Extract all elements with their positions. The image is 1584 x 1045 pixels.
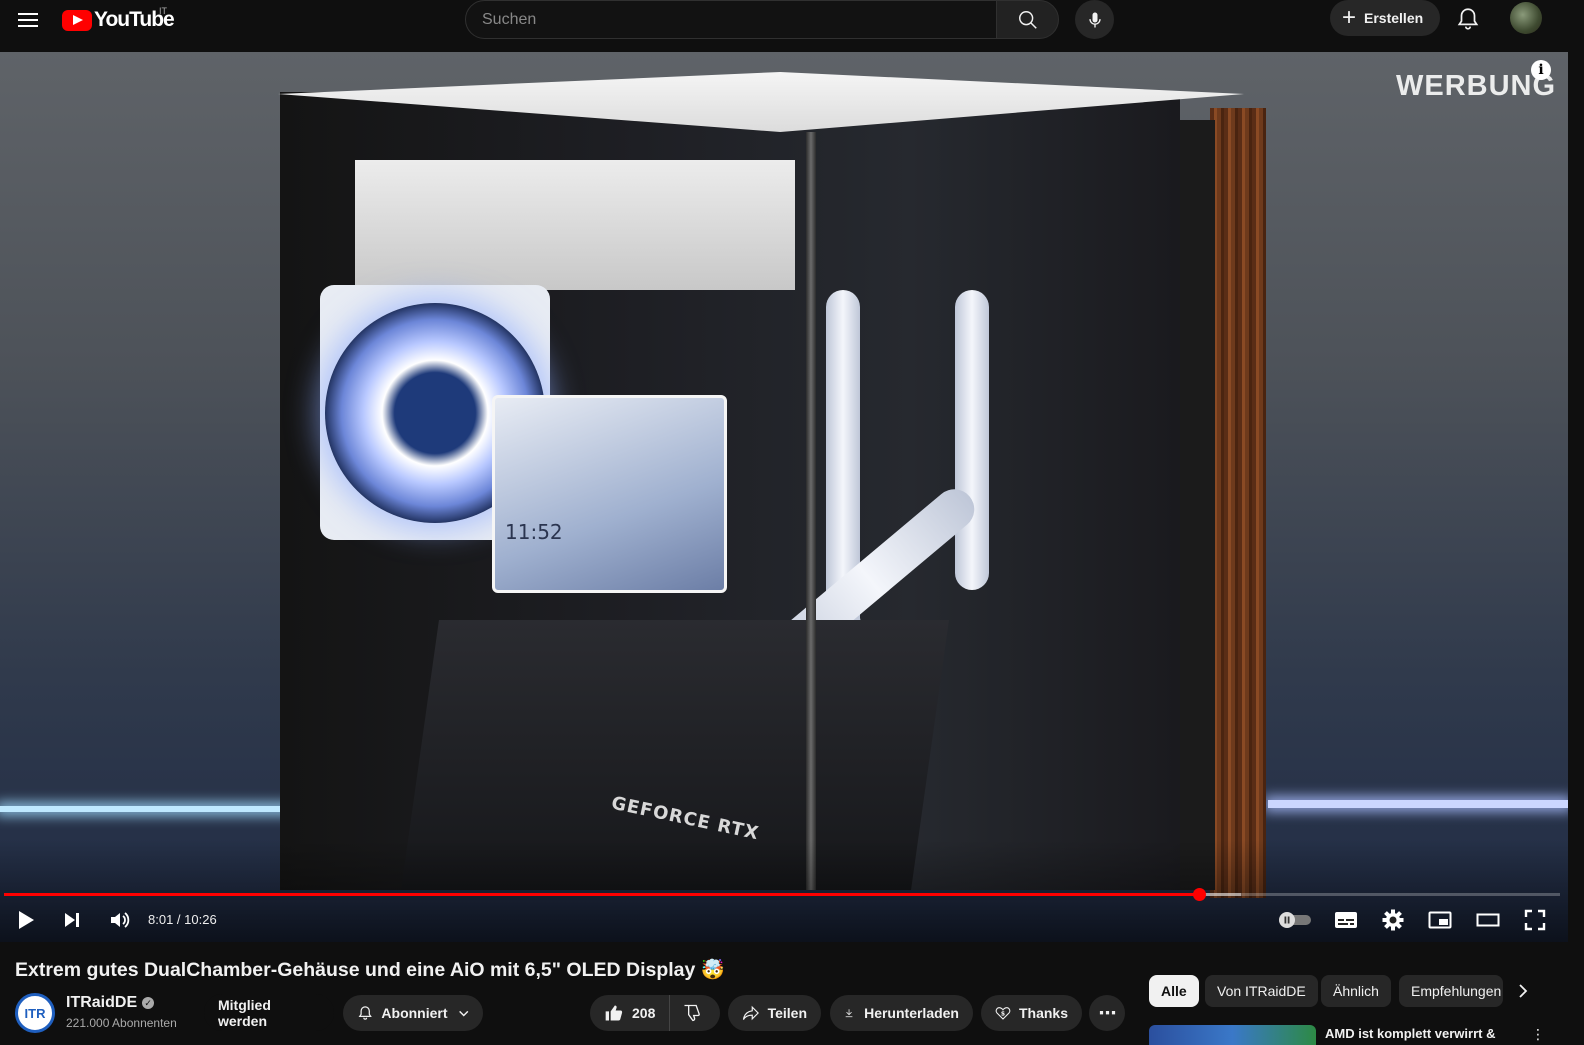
share-icon [742, 1005, 759, 1021]
channel-avatar-text: ITR [24, 1005, 46, 1021]
play-icon [19, 911, 34, 929]
verified-icon: ✓ [142, 996, 155, 1009]
search-icon [1018, 10, 1037, 29]
chip-label: Empfehlungen [1411, 983, 1502, 999]
avatar[interactable] [1510, 2, 1542, 34]
thanks-icon: $ [995, 1007, 1011, 1020]
join-button[interactable]: Mitglied werden [204, 994, 334, 1031]
channel-name[interactable]: ITRaidDE ✓ [66, 994, 155, 1012]
volume-icon [111, 912, 130, 928]
video-title: Extrem gutes DualChamber-Gehäuse und ein… [15, 959, 726, 981]
play-button[interactable] [14, 906, 38, 934]
plus-icon: + [1342, 4, 1357, 31]
thanks-label: Thanks [1018, 1005, 1068, 1021]
share-label: Teilen [767, 1005, 807, 1021]
menu-icon[interactable] [16, 10, 40, 30]
miniplayer-icon [1428, 911, 1452, 929]
theater-icon [1476, 913, 1500, 927]
fullscreen-icon [1524, 909, 1546, 931]
share-button[interactable]: Teilen [728, 995, 821, 1031]
autoplay-toggle[interactable] [1276, 906, 1314, 934]
pump-display-time: 11:52 [505, 520, 563, 544]
fullscreen-button[interactable] [1521, 906, 1549, 934]
channel-name-text: ITRaidDE [66, 994, 138, 1011]
chip-empfehlungen[interactable]: Empfehlungen [1399, 975, 1503, 1007]
next-icon [65, 913, 79, 927]
like-button[interactable]: 208 [590, 995, 671, 1031]
subscriber-count: 221.000 Abonnenten [66, 1016, 177, 1030]
search-button[interactable] [996, 0, 1059, 39]
youtube-logo-icon [62, 9, 92, 31]
recommended-title[interactable]: AMD ist komplett verwirrt & [1325, 1026, 1495, 1041]
subtitles-button[interactable] [1332, 906, 1360, 934]
chevron-down-icon [458, 1010, 468, 1017]
dislike-button[interactable] [670, 995, 714, 1031]
led-strip-left [0, 806, 300, 812]
progress-bar[interactable] [4, 888, 1560, 901]
chip-von-itraidde[interactable]: Von ITRaidDE [1205, 975, 1318, 1007]
create-label: Erstellen [1364, 10, 1424, 26]
chip-alle[interactable]: Alle [1149, 975, 1199, 1007]
subscribed-button[interactable]: Abonniert [343, 995, 483, 1031]
aio-pump-display [492, 395, 727, 593]
more-actions-button[interactable]: ⋯ [1089, 995, 1125, 1031]
volume-button[interactable] [106, 906, 132, 934]
theater-mode-button[interactable] [1474, 906, 1502, 934]
tube [955, 290, 989, 590]
next-button[interactable] [60, 906, 84, 934]
top-bar: YouTube IT Suchen + Erstellen [0, 0, 1584, 52]
chip-label: Von ITRaidDE [1217, 983, 1306, 999]
download-label: Herunterladen [864, 1005, 959, 1021]
voice-search-button[interactable] [1075, 0, 1114, 39]
thumb-up-icon [605, 1005, 623, 1021]
chip-aehnlich[interactable]: Ähnlich [1321, 975, 1391, 1007]
settings-button[interactable] [1379, 906, 1407, 934]
wood-panel [1210, 108, 1266, 898]
settings-icon [1382, 909, 1404, 931]
scrubber-handle[interactable] [1193, 888, 1206, 901]
video-player[interactable]: 11:52 GEFORCE RTX WERBUNG i 8:01 / 10:26 [0, 52, 1568, 942]
miniplayer-button[interactable] [1426, 906, 1454, 934]
subtitles-icon [1335, 912, 1357, 928]
info-icon[interactable]: i [1531, 60, 1551, 80]
led-strip-right [1268, 800, 1568, 808]
subscribed-label: Abonniert [381, 1005, 448, 1021]
youtube-logo[interactable]: YouTube IT [62, 6, 175, 32]
progress-played [4, 893, 1199, 896]
thumb-down-icon [684, 1004, 701, 1022]
search-input[interactable]: Suchen [465, 0, 997, 39]
thanks-button[interactable]: $ Thanks [981, 995, 1082, 1031]
channel-avatar[interactable]: ITR [15, 993, 55, 1033]
recommended-more-icon[interactable]: ⋮ [1531, 1026, 1545, 1043]
mic-icon [1088, 12, 1101, 27]
time-display: 8:01 / 10:26 [148, 912, 217, 927]
bell-icon[interactable] [1455, 6, 1481, 32]
join-label: Mitglied werden [218, 996, 271, 1029]
glass-edge [806, 132, 816, 890]
download-icon [845, 1009, 853, 1018]
autoplay-toggle-icon [1279, 912, 1311, 928]
like-dislike-group: 208 [590, 995, 720, 1031]
bell-outline-icon [358, 1006, 372, 1020]
chip-label: Ähnlich [1333, 983, 1379, 999]
more-icon: ⋯ [1098, 1002, 1117, 1023]
chips-next-button[interactable] [1510, 978, 1536, 1004]
radiator [355, 160, 795, 290]
chevron-right-icon [1519, 984, 1528, 998]
svg-text:$: $ [1001, 1011, 1005, 1018]
recommended-thumbnail[interactable] [1149, 1025, 1316, 1045]
download-button[interactable]: Herunterladen [830, 995, 973, 1031]
like-count: 208 [632, 1005, 656, 1021]
country-code: IT [159, 6, 167, 16]
page-scrollbar[interactable] [1568, 52, 1584, 1045]
create-button[interactable]: + Erstellen [1330, 0, 1440, 36]
chip-label: Alle [1161, 983, 1187, 999]
